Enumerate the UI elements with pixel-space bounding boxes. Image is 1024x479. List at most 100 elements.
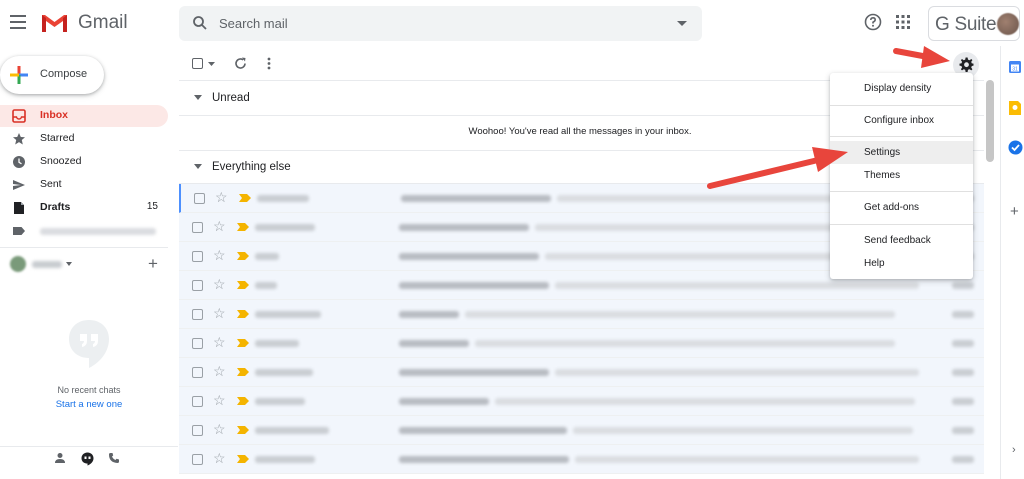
more-vertical-icon[interactable]	[267, 57, 271, 70]
importance-marker-icon[interactable]	[239, 194, 251, 202]
section-title-everything-else[interactable]: Everything else	[212, 161, 291, 173]
sidebar-item-drafts[interactable]: Drafts 15	[0, 197, 168, 219]
importance-marker-icon[interactable]	[237, 426, 249, 434]
contacts-person-icon[interactable]	[54, 452, 66, 464]
row-checkbox[interactable]	[192, 280, 203, 291]
scrollbar-thumb[interactable]	[986, 80, 994, 162]
star-toggle-icon[interactable]: ☆	[213, 306, 226, 320]
search-input[interactable]	[219, 13, 639, 33]
email-subject-blurred	[399, 427, 567, 434]
keep-icon[interactable]	[1008, 100, 1022, 116]
app-name[interactable]: Gmail	[78, 12, 128, 34]
send-icon	[13, 180, 25, 190]
email-sender-blurred	[255, 456, 315, 463]
help-icon[interactable]	[864, 13, 882, 31]
start-new-chat-link[interactable]: Start a new one	[0, 399, 178, 410]
email-row[interactable]: ☆	[179, 300, 984, 329]
menu-separator	[830, 136, 973, 137]
main-menu-icon[interactable]	[10, 15, 26, 29]
sidebar-item-inbox[interactable]: Inbox	[0, 105, 168, 127]
row-checkbox[interactable]	[192, 222, 203, 233]
email-snippet-blurred	[575, 456, 919, 463]
sidebar-item-sent[interactable]: Sent	[0, 174, 168, 196]
importance-marker-icon[interactable]	[237, 281, 249, 289]
account-avatar[interactable]	[997, 13, 1019, 35]
hangouts-user-name[interactable]	[32, 261, 62, 268]
star-toggle-icon[interactable]: ☆	[213, 451, 226, 465]
search-icon[interactable]	[192, 15, 208, 31]
email-row[interactable]: ☆	[179, 387, 984, 416]
menu-item-display-density[interactable]: Display density	[830, 77, 973, 100]
menu-item-settings[interactable]: Settings	[830, 141, 973, 164]
importance-marker-icon[interactable]	[237, 397, 249, 405]
importance-marker-icon[interactable]	[237, 339, 249, 347]
gmail-logo-icon[interactable]	[40, 13, 69, 33]
refresh-icon[interactable]	[234, 57, 247, 70]
email-sender-blurred	[255, 398, 305, 405]
sidebar-item-label: Inbox	[40, 109, 68, 121]
menu-item-help[interactable]: Help	[830, 252, 973, 275]
email-date-blurred	[952, 340, 974, 347]
gsuite-label: G Suite	[935, 14, 997, 35]
star-toggle-icon[interactable]: ☆	[213, 422, 226, 436]
importance-marker-icon[interactable]	[237, 368, 249, 376]
importance-marker-icon[interactable]	[237, 252, 249, 260]
star-toggle-icon[interactable]: ☆	[213, 393, 226, 407]
menu-item-label: Settings	[864, 147, 901, 158]
star-toggle-icon[interactable]: ☆	[213, 364, 226, 378]
row-checkbox[interactable]	[192, 454, 203, 465]
email-subject-blurred	[399, 340, 469, 347]
compose-button[interactable]: Compose	[0, 56, 104, 94]
get-addons-plus-icon[interactable]: +	[1010, 203, 1019, 220]
email-snippet-blurred	[555, 369, 919, 376]
row-checkbox[interactable]	[192, 367, 203, 378]
menu-item-send-feedback[interactable]: Send feedback	[830, 229, 973, 252]
row-checkbox[interactable]	[192, 396, 203, 407]
collapse-section-caret-icon[interactable]	[194, 164, 202, 170]
star-toggle-icon[interactable]: ☆	[213, 335, 226, 349]
row-checkbox[interactable]	[192, 338, 203, 349]
email-row[interactable]: ☆	[179, 358, 984, 387]
calendar-icon[interactable]: 31	[1008, 60, 1022, 74]
select-options-caret-icon[interactable]	[208, 62, 215, 66]
collapse-section-caret-icon[interactable]	[194, 95, 202, 101]
email-subject-blurred	[399, 253, 539, 260]
importance-marker-icon[interactable]	[237, 455, 249, 463]
tasks-icon[interactable]	[1008, 140, 1023, 155]
star-toggle-icon[interactable]: ☆	[213, 248, 226, 262]
apps-grid-icon[interactable]	[896, 15, 910, 29]
select-all-checkbox[interactable]	[192, 58, 203, 69]
hangouts-status-caret-icon[interactable]	[66, 262, 72, 266]
search-bar[interactable]	[179, 6, 702, 41]
star-toggle-icon[interactable]: ☆	[213, 277, 226, 291]
row-checkbox[interactable]	[192, 309, 203, 320]
menu-item-configure-inbox[interactable]: Configure inbox	[830, 109, 973, 132]
email-date-blurred	[952, 311, 974, 318]
star-toggle-icon[interactable]: ☆	[215, 190, 228, 204]
email-snippet-blurred	[495, 398, 915, 405]
sidebar-item-starred[interactable]: Starred	[0, 128, 168, 150]
email-row[interactable]: ☆	[179, 445, 984, 474]
new-chat-plus-icon[interactable]: +	[148, 254, 158, 274]
sidebar-item-snoozed[interactable]: Snoozed	[0, 151, 168, 173]
hangouts-user-avatar[interactable]	[10, 256, 26, 272]
email-row[interactable]: ☆	[179, 329, 984, 358]
row-checkbox[interactable]	[192, 251, 203, 262]
importance-marker-icon[interactable]	[237, 310, 249, 318]
row-checkbox[interactable]	[194, 193, 205, 204]
email-subject-blurred	[401, 195, 551, 202]
star-toggle-icon[interactable]: ☆	[213, 219, 226, 233]
phone-icon[interactable]	[108, 452, 120, 464]
row-checkbox[interactable]	[192, 425, 203, 436]
section-title-unread[interactable]: Unread	[212, 92, 250, 104]
email-subject-blurred	[399, 224, 529, 231]
menu-item-themes[interactable]: Themes	[830, 164, 973, 187]
expand-panel-chevron-icon[interactable]: ›	[1012, 444, 1016, 456]
account-switcher[interactable]: G Suite	[928, 6, 1020, 41]
menu-item-get-add-ons[interactable]: Get add-ons	[830, 196, 973, 219]
email-row[interactable]: ☆	[179, 416, 984, 445]
sidebar-item-label-blurred[interactable]	[0, 220, 168, 242]
search-options-caret-icon[interactable]	[677, 21, 687, 27]
importance-marker-icon[interactable]	[237, 223, 249, 231]
hangouts-icon[interactable]	[81, 452, 94, 466]
